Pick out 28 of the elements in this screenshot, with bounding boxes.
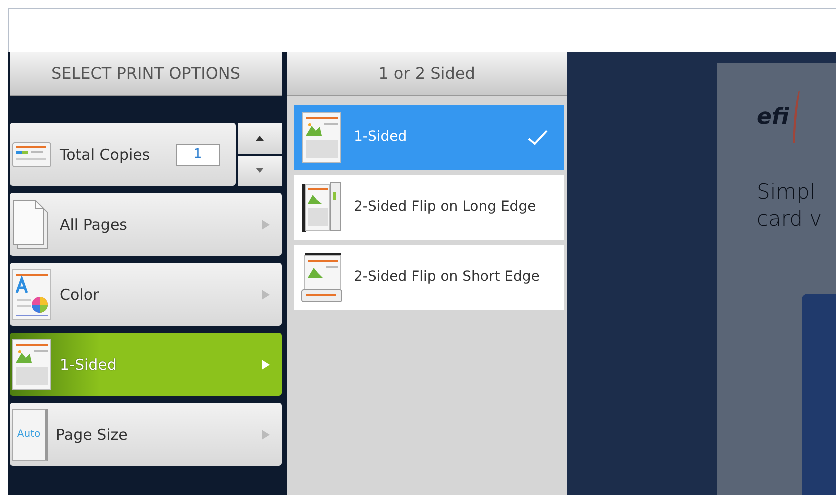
panel-header: SELECT PRINT OPTIONS — [10, 52, 282, 96]
sided-option[interactable]: 2-Sided Flip on Short Edge — [294, 245, 564, 310]
two-pages-icon — [300, 252, 344, 304]
option-button[interactable]: Auto Page Size — [10, 403, 282, 466]
panel-header: 1 or 2 Sided — [287, 52, 567, 96]
decrement-button[interactable] — [238, 156, 282, 186]
arrow-icon — [262, 290, 270, 300]
caret-up-icon — [256, 136, 264, 141]
logo-stroke-icon — [791, 91, 802, 143]
document-heading: Simpl — [757, 179, 817, 206]
logo-text: efi — [757, 104, 790, 130]
document-icon — [12, 338, 52, 390]
check-icon — [528, 130, 548, 146]
arrow-icon — [262, 220, 270, 230]
two-pages-icon — [300, 182, 344, 234]
copies-input[interactable]: 1 — [176, 144, 220, 166]
option-button[interactable]: All Pages — [10, 193, 282, 256]
option-label: Total Copies — [60, 146, 152, 164]
document-heading: card v — [757, 206, 824, 234]
arrow-icon — [262, 430, 270, 440]
copies-icon — [12, 140, 52, 170]
page-size-icon: Auto — [12, 408, 48, 460]
color-document-icon — [12, 268, 52, 320]
arrow-icon — [262, 360, 270, 370]
sided-option[interactable]: 2-Sided Flip on Long Edge — [294, 175, 564, 240]
caret-down-icon — [256, 168, 264, 174]
option-button[interactable]: Color — [10, 263, 282, 326]
document-icon — [300, 112, 344, 164]
